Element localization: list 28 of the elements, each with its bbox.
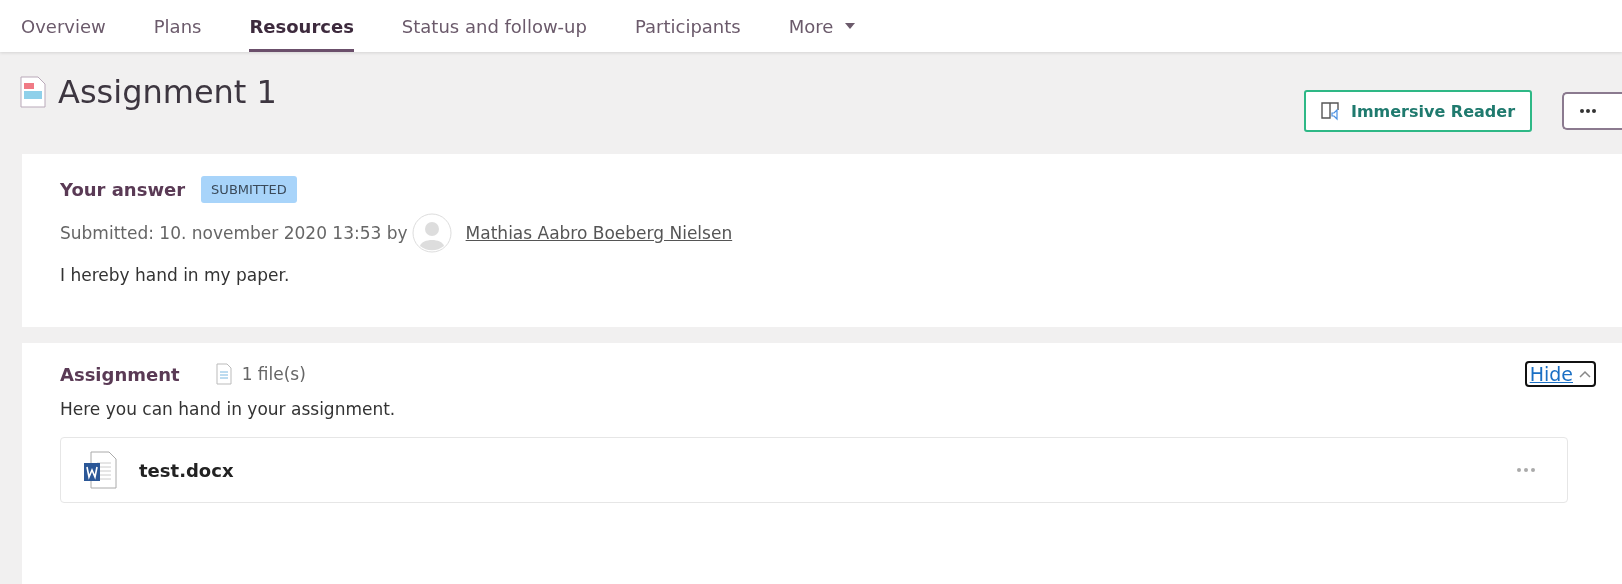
hide-toggle[interactable]: Hide: [1524, 361, 1596, 387]
word-file-icon: [83, 451, 117, 489]
nav-tab[interactable]: Plans: [153, 0, 202, 52]
nav-tab[interactable]: Participants: [634, 0, 741, 52]
section-heading: Your answer: [60, 179, 186, 200]
avatar-icon: [411, 213, 452, 253]
file-name: test.docx: [139, 459, 235, 481]
nav-tab[interactable]: Resources: [249, 0, 354, 52]
document-icon: [20, 76, 46, 108]
file-count: 1 file(s): [241, 364, 307, 384]
nav-tab[interactable]: More: [788, 0, 856, 52]
nav-tab[interactable]: Overview: [21, 0, 106, 52]
chevron-icon: [1579, 370, 1591, 378]
caret-icon: [845, 23, 856, 29]
assignment-text: Here you can hand in your assignment.: [60, 399, 397, 419]
more-icon: [1580, 109, 1596, 113]
file-icon: [215, 363, 232, 385]
more-options-button[interactable]: [1562, 92, 1622, 130]
more-icon[interactable]: [1517, 468, 1535, 472]
section-heading: Assignment: [60, 363, 180, 385]
author-link[interactable]: Mathias Aabro Boeberg Nielsen: [465, 223, 733, 243]
page-title: Assignment 1: [58, 73, 277, 111]
file-row[interactable]: test.docx: [60, 437, 1568, 503]
status-badge: SUBMITTED: [201, 176, 297, 203]
submission-info: Submitted: 10. november 2020 13:53 by: [60, 223, 408, 243]
immersive-reader-button[interactable]: Immersive Reader: [1304, 90, 1532, 132]
answer-text: I hereby hand in my paper.: [60, 265, 291, 285]
nav-tab[interactable]: Status and follow-up: [401, 0, 587, 52]
